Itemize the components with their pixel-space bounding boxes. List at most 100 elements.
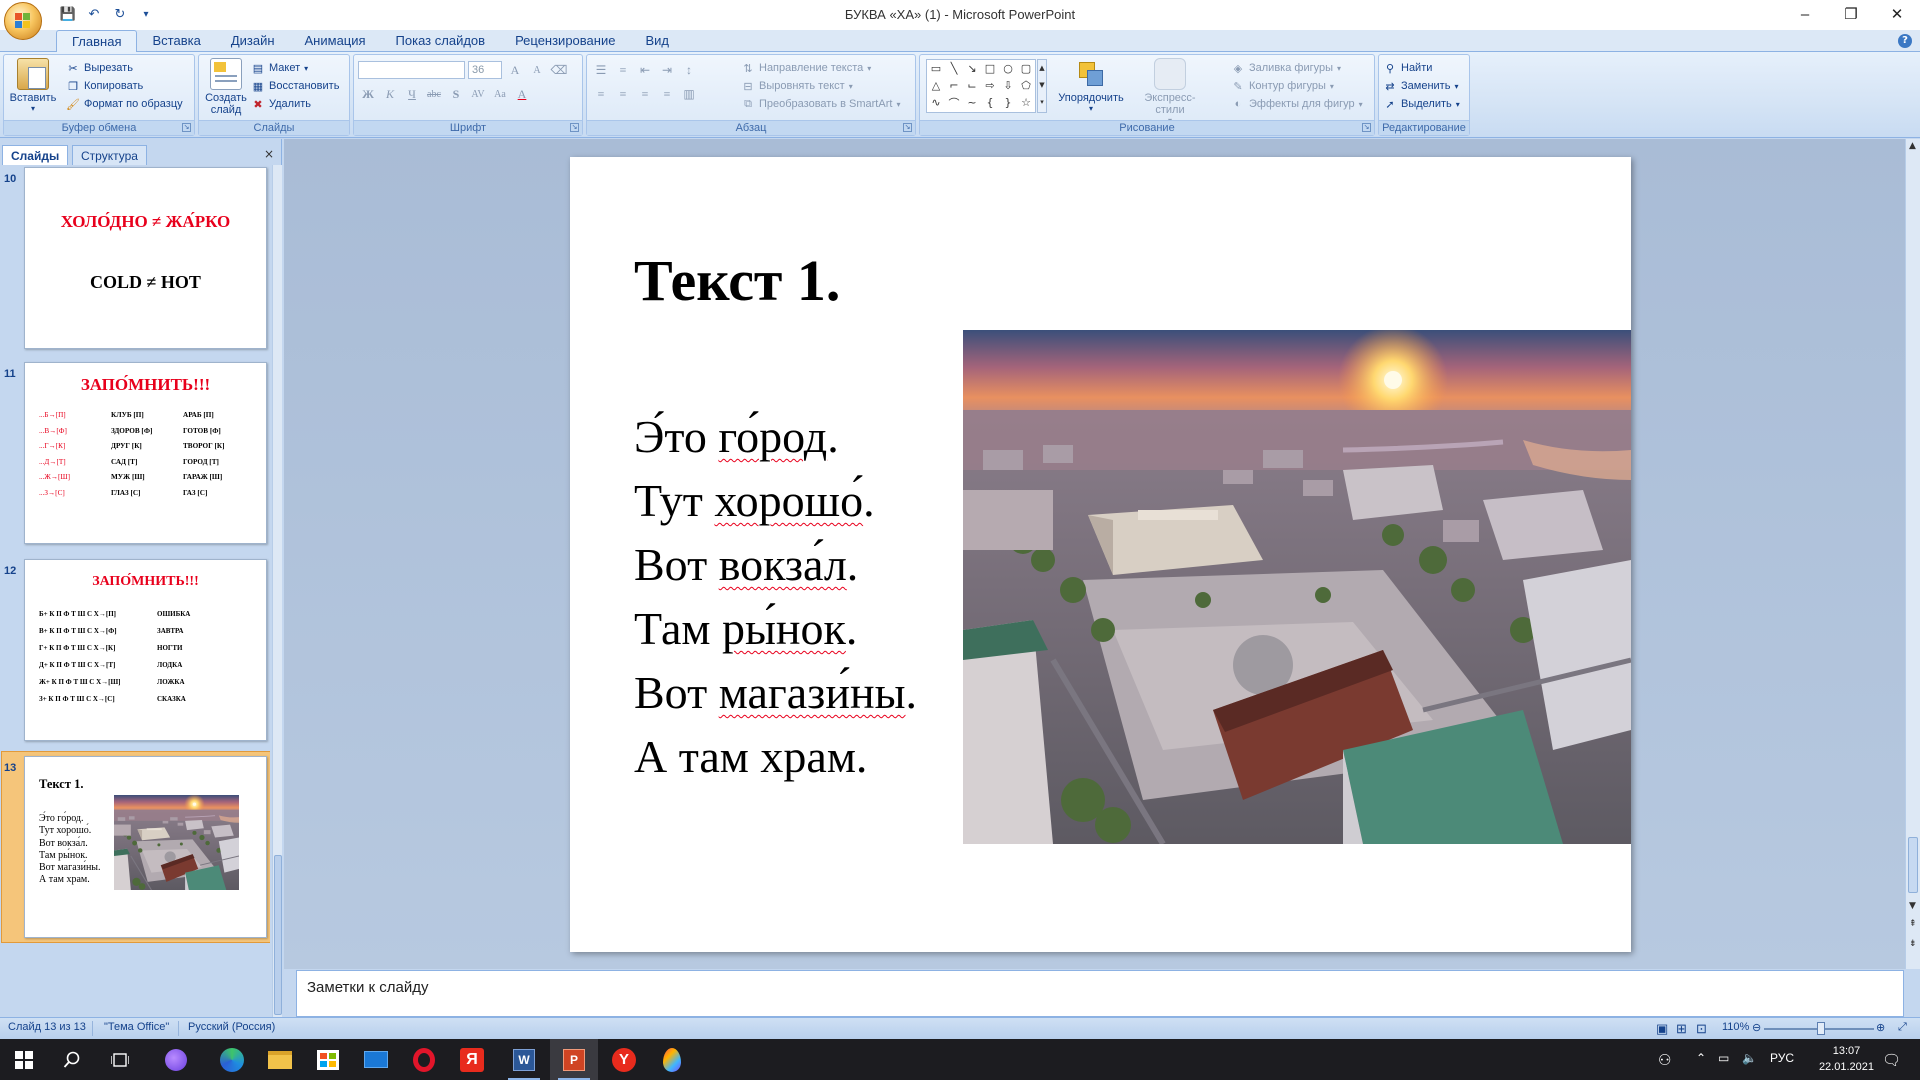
sorter-view-icon[interactable]: ⊞ [1676, 1021, 1687, 1037]
font-family-select[interactable] [358, 61, 465, 79]
zoom-level[interactable]: 110% [1722, 1021, 1749, 1033]
cut-button[interactable]: ✂ Вырезать [66, 59, 133, 77]
opera-browser-icon[interactable] [400, 1039, 448, 1080]
arrange-button[interactable]: Упорядочить ▾ [1056, 58, 1126, 113]
tab-view[interactable]: Вид [630, 30, 684, 52]
clock[interactable]: 13:07 22.01.2021 [1819, 1043, 1874, 1075]
bullets-icon[interactable]: ☰ [591, 61, 611, 79]
justify-icon[interactable]: ≡ [657, 85, 677, 103]
notifications-icon[interactable]: 🗨 [1882, 1051, 1901, 1069]
minimize-button[interactable]: – [1782, 0, 1828, 28]
tab-animation[interactable]: Анимация [290, 30, 381, 52]
office-button[interactable] [4, 2, 42, 40]
tab-home[interactable]: Главная [56, 30, 138, 53]
slide-thumbnail-12[interactable]: ЗАПО́МНИТЬ!!! Б+ К П Ф Т Ш С Х→[П] В+ К П… [24, 559, 267, 741]
slide-thumbnail-10[interactable]: ХОЛО́ДНО ≠ ЖА́РКО COLD ≠ HOT [24, 167, 267, 349]
mail-icon[interactable] [352, 1039, 400, 1080]
rounded-rect-shape-icon[interactable]: ▢ [1017, 60, 1035, 77]
scroll-thumb[interactable] [274, 855, 282, 1015]
line-shape-icon[interactable]: ╲ [945, 60, 963, 77]
tray-expand-icon[interactable]: ⌃ [1696, 1051, 1706, 1065]
powerpoint-icon[interactable]: P [550, 1039, 598, 1080]
numbering-icon[interactable]: ≡ [613, 61, 633, 79]
bold-button[interactable]: Ж [358, 85, 378, 103]
replace-button[interactable]: ⇄ Заменить ▾ [1383, 77, 1458, 95]
select-button[interactable]: ➚ Выделить ▾ [1383, 95, 1459, 113]
grow-font-icon[interactable]: A [505, 61, 525, 79]
word-icon[interactable]: W [500, 1039, 548, 1080]
tab-slideshow[interactable]: Показ слайдов [381, 30, 501, 52]
shape-effects-button[interactable]: ◐ Эффекты для фигур ▾ [1231, 95, 1363, 113]
columns-icon[interactable]: ▥ [679, 85, 699, 103]
shadow-button[interactable]: S [446, 85, 466, 103]
rect-shape-icon[interactable]: □ [981, 60, 999, 77]
file-explorer-icon[interactable] [256, 1039, 304, 1080]
yandex-browser-icon[interactable]: Y [600, 1039, 648, 1080]
shape-outline-button[interactable]: ✎ Контур фигуры ▾ [1231, 77, 1334, 95]
find-button[interactable]: ⚲ Найти [1383, 59, 1432, 77]
delete-slide-button[interactable]: ✖ Удалить [251, 95, 311, 113]
smartart-button[interactable]: ⧉ Преобразовать в SmartArt ▾ [741, 95, 900, 113]
network-icon[interactable]: ▭ [1718, 1051, 1729, 1065]
paste-dropdown-icon[interactable]: ▾ [8, 104, 58, 113]
shape-fill-button[interactable]: ◈ Заливка фигуры ▾ [1231, 59, 1341, 77]
arc-shape-icon[interactable]: ⌒ [945, 94, 963, 111]
decrease-indent-icon[interactable]: ⇤ [635, 61, 655, 79]
tab-review[interactable]: Рецензирование [500, 30, 630, 52]
align-center-icon[interactable]: ≡ [613, 85, 633, 103]
previous-slide-icon[interactable]: ⇞ [1909, 919, 1917, 929]
down-arrow-shape-icon[interactable]: ⇩ [999, 77, 1017, 94]
align-right-icon[interactable]: ≡ [635, 85, 655, 103]
format-painter-button[interactable]: 🖌 Формат по образцу [66, 95, 183, 113]
scroll-thumb[interactable] [1908, 837, 1918, 893]
dialog-launcher-icon[interactable]: ↘ [570, 123, 579, 132]
shapes-gallery-scroll[interactable]: ▲ ▼ ▾ [1037, 59, 1047, 113]
change-case-button[interactable]: Aa [490, 85, 510, 103]
slide-thumbnail-13[interactable]: Текст 1. Э́то го́род. Тут хорошо́. Вот вок… [24, 756, 267, 938]
arrow-shape-icon[interactable]: ↘ [963, 60, 981, 77]
triangle-shape-icon[interactable]: △ [927, 77, 945, 94]
maximize-button[interactable]: ❐ [1828, 0, 1874, 28]
people-icon[interactable]: ⚇ [1658, 1051, 1671, 1069]
input-language[interactable]: РУС [1770, 1051, 1794, 1065]
align-text-button[interactable]: ⊟ Выровнять текст ▾ [741, 77, 852, 95]
wave-shape-icon[interactable]: ~ [963, 94, 981, 111]
slideshow-view-icon[interactable]: ⊡ [1696, 1021, 1707, 1037]
slides-pane-scrollbar[interactable] [272, 165, 282, 1017]
font-color-button[interactable]: A [512, 85, 532, 103]
next-slide-icon[interactable]: ⇟ [1909, 939, 1917, 949]
reset-button[interactable]: ▦ Восстановить [251, 77, 340, 95]
volume-icon[interactable]: 🔈 [1742, 1051, 1757, 1065]
tab-outline[interactable]: Структура [72, 145, 147, 165]
align-left-icon[interactable]: ≡ [591, 85, 611, 103]
close-pane-icon[interactable]: × [264, 147, 274, 161]
windows-start-icon[interactable] [0, 1039, 48, 1080]
close-button[interactable]: ✕ [1874, 0, 1920, 28]
new-slide-button[interactable]: Создать слайд [201, 58, 251, 116]
slide-canvas[interactable]: Текст 1. Э́то го́род. Тут хорошо́. Вот в… [570, 157, 1631, 952]
brace-right-shape-icon[interactable]: } [999, 94, 1017, 111]
oval-shape-icon[interactable]: ○ [999, 60, 1017, 77]
dialog-launcher-icon[interactable]: ↘ [903, 123, 912, 132]
help-icon[interactable]: ? [1898, 34, 1912, 48]
search-icon[interactable] [48, 1039, 96, 1080]
normal-view-icon[interactable]: ▣ [1656, 1021, 1668, 1037]
italic-button[interactable]: К [380, 85, 400, 103]
quick-styles-button[interactable]: Экспресс-стили ▾ [1132, 58, 1208, 125]
yandex-icon[interactable]: Я [448, 1039, 496, 1080]
pentagon-shape-icon[interactable]: ⬠ [1017, 77, 1035, 94]
text-direction-button[interactable]: ⇅ Направление текста ▾ [741, 59, 871, 77]
city-sunset-photo[interactable] [963, 330, 1631, 844]
task-view-icon[interactable] [96, 1039, 144, 1080]
paste-button[interactable]: Вставить ▾ [8, 58, 58, 113]
zoom-in-icon[interactable]: ⊕ [1876, 1021, 1885, 1034]
slide-body-text[interactable]: Э́то го́род. Тут хорошо́. Вот вокза́л. Т… [634, 405, 917, 789]
shrink-font-icon[interactable]: A [527, 61, 547, 79]
right-arrow-shape-icon[interactable]: ⇨ [981, 77, 999, 94]
zoom-out-icon[interactable]: ⊖ [1752, 1021, 1761, 1034]
zoom-slider-handle[interactable] [1817, 1022, 1825, 1035]
scroll-down-icon[interactable]: ▼ [1909, 901, 1916, 911]
elbow-shape-icon[interactable]: ⌐ [945, 77, 963, 94]
tab-slides[interactable]: Слайды [2, 145, 69, 165]
tab-design[interactable]: Дизайн [216, 30, 290, 52]
